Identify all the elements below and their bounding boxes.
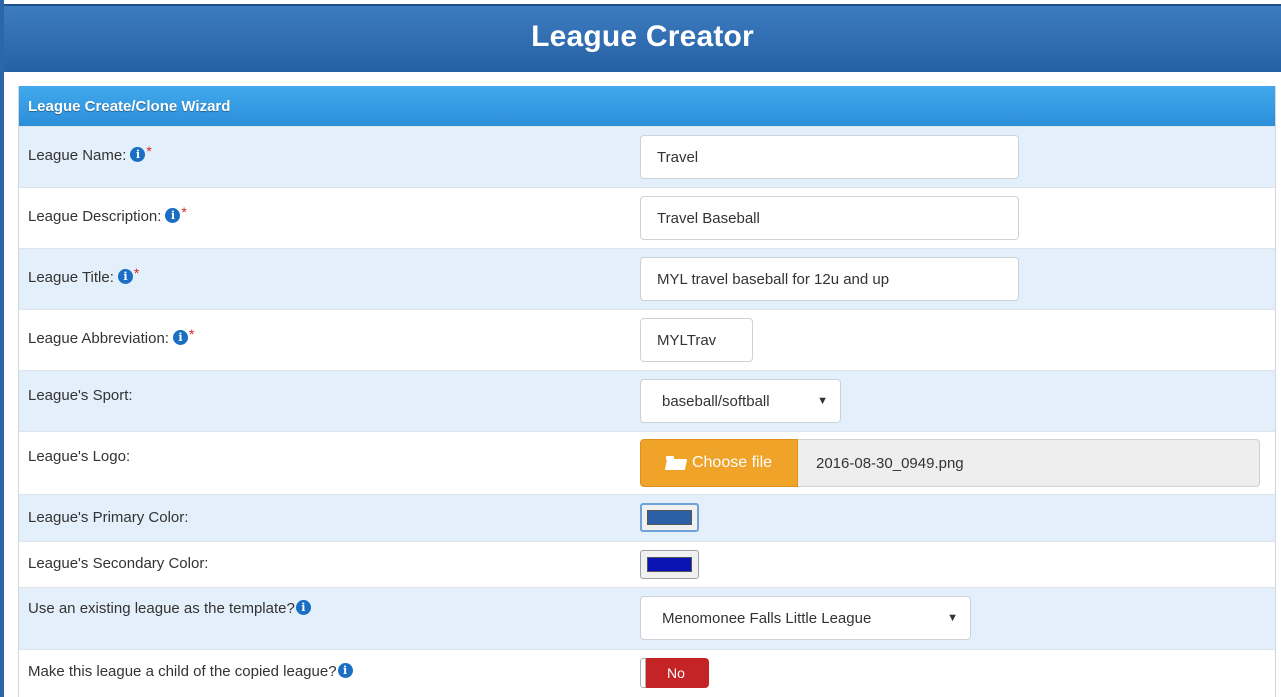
template-league-selected: Menomonee Falls Little League — [662, 609, 872, 627]
child-league-row: Make this league a child of the copied l… — [19, 649, 1275, 697]
league-title-input[interactable] — [640, 257, 1019, 301]
page-title: League Creator — [531, 20, 754, 53]
template-league-label: Use an existing league as the template? i — [28, 600, 311, 617]
secondary-color-picker[interactable] — [640, 550, 699, 579]
folder-open-icon — [665, 456, 686, 470]
league-sport-select[interactable]: baseball/softball ▼ — [640, 379, 841, 423]
league-title-row: League Title: i * — [19, 248, 1275, 309]
dropdown-caret-icon: ▼ — [947, 612, 958, 624]
league-logo-label: League's Logo: — [28, 448, 131, 465]
primary-color-label: League's Primary Color: — [28, 509, 189, 526]
child-league-label: Make this league a child of the copied l… — [28, 663, 353, 680]
league-logo-file-picker: Choose file 2016-08-30_0949.png — [640, 439, 1260, 487]
league-name-label: League Name: i * — [28, 143, 152, 164]
toggle-knob — [640, 658, 646, 688]
template-league-row: Use an existing league as the template? i… — [19, 587, 1275, 649]
window-left-edge — [0, 0, 4, 697]
primary-color-fill — [647, 510, 692, 525]
league-abbreviation-input[interactable] — [640, 318, 753, 362]
league-abbreviation-label: League Abbreviation: i * — [28, 326, 195, 347]
info-icon[interactable]: i — [117, 269, 133, 284]
secondary-color-row: League's Secondary Color: — [19, 541, 1275, 587]
league-sport-selected: baseball/softball — [662, 392, 770, 410]
league-description-input[interactable] — [640, 196, 1019, 240]
required-marker: * — [146, 143, 152, 159]
choose-file-button[interactable]: Choose file — [640, 439, 798, 487]
league-name-input[interactable] — [640, 135, 1019, 179]
panel-heading: League Create/Clone Wizard — [19, 86, 1275, 126]
selected-file-name: 2016-08-30_0949.png — [798, 439, 1260, 487]
choose-file-label: Choose file — [691, 454, 773, 471]
secondary-color-fill — [647, 557, 692, 572]
template-league-select[interactable]: Menomonee Falls Little League ▼ — [640, 596, 971, 640]
secondary-color-label: League's Secondary Color: — [28, 555, 209, 572]
info-icon[interactable]: i — [165, 208, 181, 223]
league-name-row: League Name: i * — [19, 126, 1275, 187]
toggle-state-label: No — [667, 665, 685, 681]
info-icon[interactable]: i — [172, 330, 188, 345]
info-icon[interactable]: i — [130, 147, 146, 162]
primary-color-picker[interactable] — [640, 503, 699, 532]
league-logo-row: League's Logo: Choose file 2016-08-30_09… — [19, 431, 1275, 494]
required-marker: * — [181, 204, 187, 220]
league-abbreviation-row: League Abbreviation: i * — [19, 309, 1275, 370]
required-marker: * — [133, 265, 140, 281]
wizard-panel: League Create/Clone Wizard League Name: i… — [18, 86, 1276, 697]
primary-color-row: League's Primary Color: — [19, 494, 1275, 541]
league-title-label: League Title: i * — [28, 265, 140, 286]
dropdown-caret-icon: ▼ — [817, 395, 828, 407]
league-description-label: League Description: i * — [28, 204, 187, 225]
league-sport-label: League's Sport: — [28, 387, 133, 404]
child-league-toggle[interactable]: No — [640, 658, 709, 688]
info-icon[interactable]: i — [295, 600, 311, 615]
info-icon[interactable]: i — [337, 663, 353, 678]
required-marker: * — [188, 326, 195, 342]
league-sport-row: League's Sport: baseball/softball ▼ — [19, 370, 1275, 431]
league-description-row: League Description: i * — [19, 187, 1275, 248]
page-header: League Creator — [4, 4, 1281, 72]
